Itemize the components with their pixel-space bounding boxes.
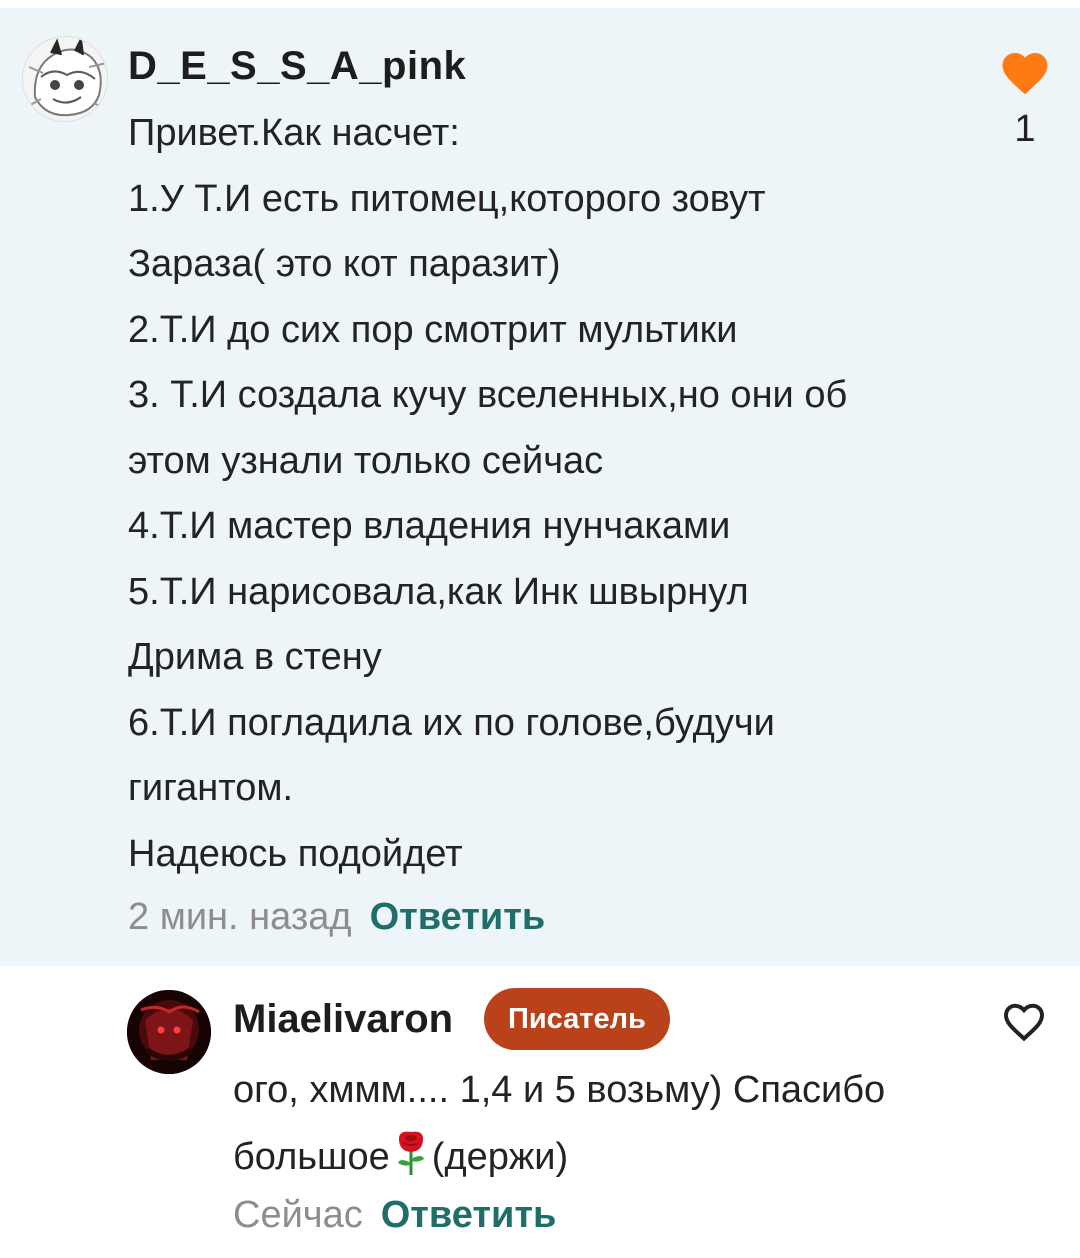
heart-outline-icon [1003, 1003, 1045, 1042]
comment-text-line: Зараза( это кот паразит) [128, 243, 561, 285]
comment-text-line: Привет.Как насчет: [128, 112, 460, 154]
comment-text-line: Дрима в стену [128, 636, 382, 678]
rose-icon [394, 1129, 428, 1199]
comment-text-line: Надеюсь подойдет [128, 832, 463, 875]
comment-text-fragment: большое [233, 1136, 390, 1178]
writer-badge: Писатель [484, 988, 670, 1050]
comment-username[interactable]: D_E_S_S_A_pink [128, 44, 466, 89]
like-button[interactable] [998, 46, 1052, 96]
reply-button[interactable]: Ответить [370, 896, 546, 938]
comment-timestamp: Сейчас [233, 1194, 363, 1236]
comment-text-line: этом узнали только сейчас [128, 439, 604, 482]
comment-text-line: 4.Т.И мастер владения нунчаками [128, 505, 731, 547]
comment-text-line: 3. Т.И создала кучу вселенных,но они об [128, 374, 848, 416]
comment-text-line: 5.Т.И нарисовала,как Инк швырнул [128, 570, 749, 613]
comment-username[interactable]: Miaelivaron [233, 997, 453, 1042]
comment-text-line: большое (держи) [233, 1124, 993, 1199]
reply-button[interactable]: Ответить [381, 1194, 557, 1236]
comment-text-line: 2.Т.И до сих пор смотрит мультики [128, 308, 738, 351]
comment-text: ого, хммм.... 1,4 и 5 возьму) Спасибо бо… [233, 1057, 993, 1199]
comment-highlighted: D_E_S_S_A_pink Привет.Как насчет: 1.У Т.… [0, 8, 1080, 966]
like-button[interactable] [1000, 998, 1048, 1042]
comment-text: Привет.Как насчет: 1.У Т.И есть питомец,… [128, 101, 968, 887]
comments-page: D_E_S_S_A_pink Привет.Как насчет: 1.У Т.… [0, 0, 1080, 1258]
comment-text-line: 1.У Т.И есть питомец,которого зовут [128, 177, 766, 220]
heart-filled-icon [1002, 53, 1048, 95]
comment-meta: Сейчас Ответить [233, 1194, 556, 1237]
comment-text-line: 6.Т.И погладила их по голове,будучи [128, 701, 775, 744]
comment-meta: 2 мин. назад Ответить [128, 896, 545, 939]
user-avatar[interactable] [127, 990, 211, 1074]
comment-text-fragment: (держи) [431, 1136, 569, 1178]
user-avatar[interactable] [22, 36, 108, 122]
like-count: 1 [1014, 108, 1036, 150]
comment-timestamp: 2 мин. назад [128, 896, 352, 938]
comment-text-line: гигантом. [128, 767, 294, 809]
comment-text-line: ого, хммм.... 1,4 и 5 возьму) Спасибо [233, 1069, 886, 1111]
